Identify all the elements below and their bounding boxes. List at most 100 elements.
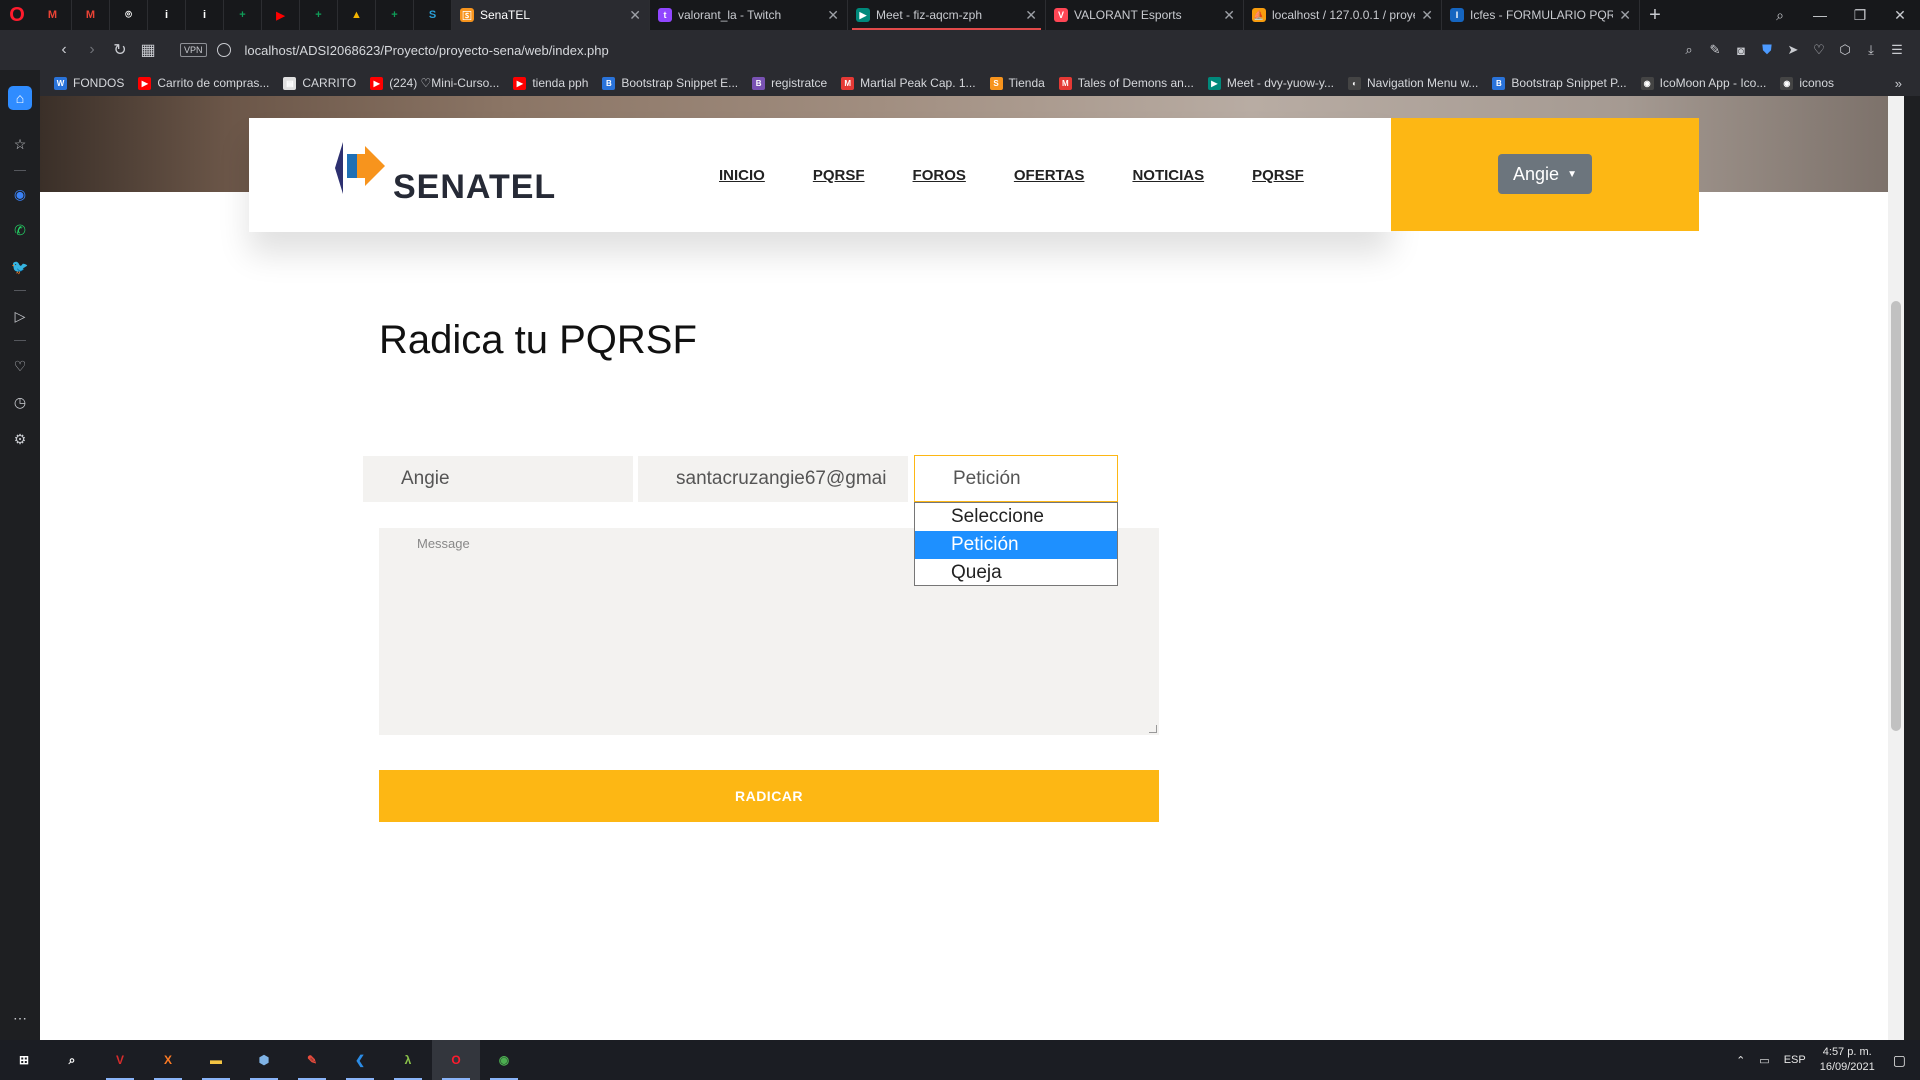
pinned-tab[interactable]: + [224, 0, 262, 30]
snapshot-icon[interactable]: ◙ [1728, 43, 1754, 58]
tab-grid-icon[interactable]: ▦ [134, 36, 162, 64]
pinned-tab[interactable]: i [186, 0, 224, 30]
star-icon[interactable]: ☆ [8, 132, 32, 156]
opera-logo-icon[interactable]: O [0, 0, 34, 30]
nav-link-noticias[interactable]: NOTICIAS [1132, 167, 1204, 184]
pinned-tab[interactable]: M [34, 0, 72, 30]
taskbar-app[interactable]: ◉ [480, 1040, 528, 1080]
bookmark-item[interactable]: ▶ (224) ♡Mini-Curso... [370, 76, 499, 90]
twitter-icon[interactable]: 🐦 [8, 255, 32, 279]
bookmark-item[interactable]: ◉ iconos [1780, 76, 1834, 90]
more-bookmarks-icon[interactable]: » [1895, 76, 1902, 91]
minimize-button[interactable]: — [1800, 0, 1840, 30]
easy-setup-icon[interactable]: ☰ [1884, 42, 1910, 58]
browser-tab[interactable]: t valorant_la - Twitch ✕ [650, 0, 848, 30]
bookmark-item[interactable]: ▶ Carrito de compras... [138, 76, 269, 90]
taskbar-app[interactable]: λ [384, 1040, 432, 1080]
close-tab-icon[interactable]: ✕ [827, 7, 839, 24]
bookmark-item[interactable]: M Tales of Demons an... [1058, 76, 1194, 90]
nav-link-inicio[interactable]: INICIO [719, 167, 765, 184]
email-field[interactable]: santacruzangie67@gmai [638, 456, 908, 502]
cube-icon[interactable]: ⬡ [1832, 42, 1858, 58]
submit-button[interactable]: RADICAR [379, 770, 1159, 822]
pinned-tab[interactable]: ⌾ [110, 0, 148, 30]
history-icon[interactable]: ◷ [8, 390, 32, 414]
forward-button[interactable]: › [78, 36, 106, 64]
url-field[interactable]: localhost/ADSI2068623/Proyecto/proyecto-… [245, 43, 609, 58]
pinned-tab[interactable]: S [414, 0, 452, 30]
close-tab-icon[interactable]: ✕ [629, 7, 641, 24]
pqrsf-type-select[interactable]: Petición [914, 455, 1118, 502]
taskbar-app[interactable]: ⌕ [48, 1040, 96, 1080]
taskbar-app[interactable]: X [144, 1040, 192, 1080]
senatel-logo[interactable]: SENATEL [329, 140, 555, 210]
taskbar-app[interactable]: ✎ [288, 1040, 336, 1080]
bookmark-item[interactable]: B Bootstrap Snippet E... [602, 76, 738, 90]
bookmark-item[interactable]: M Martial Peak Cap. 1... [841, 76, 976, 90]
taskbar-app[interactable]: ⊞ [0, 1040, 48, 1080]
download-icon[interactable]: ⤓ [1858, 42, 1884, 58]
user-dropdown-button[interactable]: Angie ▼ [1498, 154, 1592, 194]
browser-tab[interactable]: I Icfes - FORMULARIO PQRSF ✕ [1442, 0, 1640, 30]
pinned-tab[interactable]: + [300, 0, 338, 30]
taskbar-app[interactable]: V [96, 1040, 144, 1080]
close-tab-icon[interactable]: ✕ [1421, 7, 1433, 24]
clock[interactable]: 4:57 p. m. 16/09/2021 [1820, 1045, 1875, 1075]
shield-icon[interactable]: ⛊ [1754, 42, 1780, 58]
browser-tab[interactable]: 🅂 SenaTEL ✕ [452, 0, 650, 30]
taskbar-app[interactable]: ▬ [192, 1040, 240, 1080]
close-tab-icon[interactable]: ✕ [1025, 7, 1037, 24]
network-icon[interactable]: ▭ [1759, 1054, 1769, 1067]
new-tab-button[interactable]: + [1640, 0, 1670, 30]
resize-handle-icon[interactable] [1149, 725, 1157, 733]
taskbar-app[interactable]: O [432, 1040, 480, 1080]
bookmark-item[interactable]: B Bootstrap Snippet P... [1492, 76, 1627, 90]
close-tab-icon[interactable]: ✕ [1223, 7, 1235, 24]
scrollbar-thumb[interactable] [1891, 301, 1901, 731]
vpn-badge[interactable]: VPN [180, 43, 207, 57]
dropdown-option[interactable]: Petición [915, 531, 1117, 559]
pinned-tab[interactable]: ▶ [262, 0, 300, 30]
bookmark-item[interactable]: ◐ Navigation Menu w... [1348, 76, 1478, 90]
nav-link-pqrsf[interactable]: PQRSF [813, 167, 865, 184]
heart-icon[interactable]: ♡ [1806, 42, 1832, 58]
whatsapp-icon[interactable]: ✆ [8, 218, 32, 242]
bookmark-item[interactable]: Bregistratce [752, 76, 827, 90]
heart-icon[interactable]: ♡ [8, 354, 32, 378]
page-scrollbar[interactable] [1888, 96, 1904, 1040]
chevron-up-icon[interactable]: ⌃ [1736, 1054, 1745, 1067]
browser-tab[interactable]: ▶ Meet - fiz-aqcm-zph ✕ [848, 0, 1046, 30]
nav-link-pqrsf[interactable]: PQRSF [1252, 167, 1304, 184]
messenger-icon[interactable]: ◉ [8, 182, 32, 206]
pinned-tab[interactable]: + [376, 0, 414, 30]
reload-button[interactable]: ↻ [106, 36, 134, 64]
taskbar-app[interactable]: ❮ [336, 1040, 384, 1080]
bookmark-item[interactable]: ▶ Meet - dvy-yuow-y... [1207, 76, 1334, 90]
taskbar-app[interactable]: ⬢ [240, 1040, 288, 1080]
send-icon[interactable]: ➤ [1780, 42, 1806, 58]
settings-icon[interactable]: ⚙ [8, 427, 32, 451]
close-tab-icon[interactable]: ✕ [1619, 7, 1631, 24]
bookmark-item[interactable]: ▶ tienda pph [513, 76, 588, 90]
restore-button[interactable]: ❐ [1840, 0, 1880, 30]
dropdown-option[interactable]: Queja [915, 559, 1117, 587]
nav-link-ofertas[interactable]: OFERTAS [1014, 167, 1085, 184]
site-info-icon[interactable] [216, 43, 231, 57]
zoom-icon[interactable]: ⌕ [1676, 42, 1702, 58]
home-icon[interactable]: ⌂ [8, 86, 32, 110]
bookmark-item[interactable]: ◉ IcoMoon App - Ico... [1640, 76, 1766, 90]
browser-tab[interactable]: V VALORANT Esports ✕ [1046, 0, 1244, 30]
pinned-tab[interactable]: ▲ [338, 0, 376, 30]
browser-tab[interactable]: ⛵ localhost / 127.0.0.1 / proye ✕ [1244, 0, 1442, 30]
close-window-button[interactable]: ✕ [1880, 0, 1920, 30]
pinned-tab[interactable]: i [148, 0, 186, 30]
nav-link-foros[interactable]: FOROS [913, 167, 966, 184]
player-icon[interactable]: ▷ [8, 304, 32, 328]
notifications-icon[interactable]: ▢ [1893, 1052, 1906, 1069]
dropdown-option[interactable]: Seleccione [915, 503, 1117, 531]
language-indicator[interactable]: ESP [1784, 1054, 1806, 1066]
edit-icon[interactable]: ✎ [1702, 42, 1728, 58]
bookmark-item[interactable]: S Tienda [989, 76, 1045, 90]
more-icon[interactable]: ⋯ [8, 1006, 32, 1030]
bookmark-item[interactable]: ▤ CARRITO [283, 76, 356, 90]
